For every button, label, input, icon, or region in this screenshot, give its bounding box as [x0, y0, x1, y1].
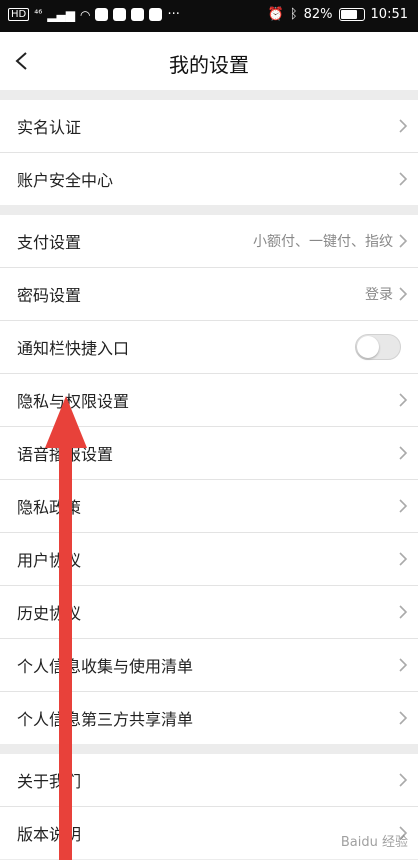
settings-row[interactable]: 实名认证 [0, 100, 418, 153]
notification-shortcut-toggle[interactable] [355, 334, 401, 360]
settings-row[interactable]: 隐私与权限设置 [0, 374, 418, 427]
settings-row-label: 版本说明 [17, 825, 82, 844]
cell-signal-icon: ▂▄▆ [47, 7, 75, 22]
wifi-icon: ◠ [79, 7, 91, 22]
settings-row[interactable]: 个人信息第三方共享清单 [0, 692, 418, 744]
settings-row[interactable]: 用户协议 [0, 533, 418, 586]
battery-icon [338, 8, 365, 21]
chevron-right-icon [399, 287, 408, 301]
settings-row-label: 关于我们 [17, 772, 82, 791]
chevron-right-icon [399, 552, 408, 566]
settings-group: 支付设置 小额付、一键付、指纹密码设置 登录通知栏快捷入口 隐私与权限设置 语音播报设置… [0, 215, 418, 744]
status-bar: HD ⁴⁶ ▂▄▆ ◠ ··· ⏰ ᛒ 82% 10:51 [0, 0, 418, 32]
settings-row[interactable]: 密码设置 登录 [0, 268, 418, 321]
settings-row[interactable]: 个人信息收集与使用清单 [0, 639, 418, 692]
chevron-right-icon [399, 605, 408, 619]
settings-row-label: 语音播报设置 [17, 445, 114, 464]
app-notification-icon [149, 8, 163, 21]
settings-group: 实名认证账户安全中心 [0, 100, 418, 205]
chevron-right-icon [399, 172, 408, 186]
nav-header: 我的设置 [0, 32, 418, 90]
hd-icon: HD [8, 8, 30, 21]
app-notification-icon [131, 8, 145, 21]
chevron-right-icon [399, 234, 408, 248]
group-separator [0, 744, 418, 754]
settings-row-label: 通知栏快捷入口 [17, 339, 130, 358]
settings-row[interactable]: 历史协议 [0, 586, 418, 639]
chevron-right-icon [399, 393, 408, 407]
settings-row[interactable]: 隐私政策 [0, 480, 418, 533]
group-separator [0, 205, 418, 215]
settings-row-value: 登录 [365, 287, 393, 303]
settings-row-label: 密码设置 [17, 286, 82, 305]
settings-row-value: 小额付、一键付、指纹 [253, 234, 393, 250]
settings-row[interactable]: 关于我们 [0, 754, 418, 807]
settings-row-label: 用户协议 [17, 551, 82, 570]
toggle-knob [357, 336, 379, 358]
app-notification-icon [95, 8, 109, 21]
settings-row[interactable]: 语音播报设置 [0, 427, 418, 480]
settings-row-label: 隐私与权限设置 [17, 392, 130, 411]
more-notifications-icon: ··· [167, 7, 180, 22]
settings-row-label: 个人信息收集与使用清单 [17, 657, 194, 676]
chevron-right-icon [399, 446, 408, 460]
settings-row-label: 个人信息第三方共享清单 [17, 710, 194, 729]
settings-row[interactable]: 支付设置 小额付、一键付、指纹 [0, 215, 418, 268]
chevron-right-icon [399, 711, 408, 725]
chevron-right-icon [399, 119, 408, 133]
settings-row-label: 隐私政策 [17, 498, 82, 517]
watermark: Baidu 经验 [340, 835, 408, 850]
settings-row-label: 实名认证 [17, 118, 82, 137]
settings-row-label: 历史协议 [17, 604, 82, 623]
app-notification-icon [113, 8, 127, 21]
chevron-right-icon [399, 658, 408, 672]
clock: 10:51 [370, 7, 408, 22]
page-title: 我的设置 [169, 53, 249, 77]
chevron-right-icon [399, 773, 408, 787]
settings-row-label: 账户安全中心 [17, 171, 114, 190]
signal-icon: ⁴⁶ [34, 9, 43, 20]
bluetooth-icon: ᛒ [289, 7, 298, 22]
chevron-right-icon [399, 499, 408, 513]
settings-list: 实名认证账户安全中心 支付设置 小额付、一键付、指纹密码设置 登录通知栏快捷入口 隐私与… [0, 100, 418, 859]
battery-percent: 82% [303, 7, 333, 22]
battery-fill [340, 10, 357, 19]
settings-row[interactable]: 通知栏快捷入口 [0, 321, 418, 374]
alarm-icon: ⏰ [267, 7, 284, 22]
settings-row[interactable]: 账户安全中心 [0, 153, 418, 205]
settings-row-label: 支付设置 [17, 233, 82, 252]
